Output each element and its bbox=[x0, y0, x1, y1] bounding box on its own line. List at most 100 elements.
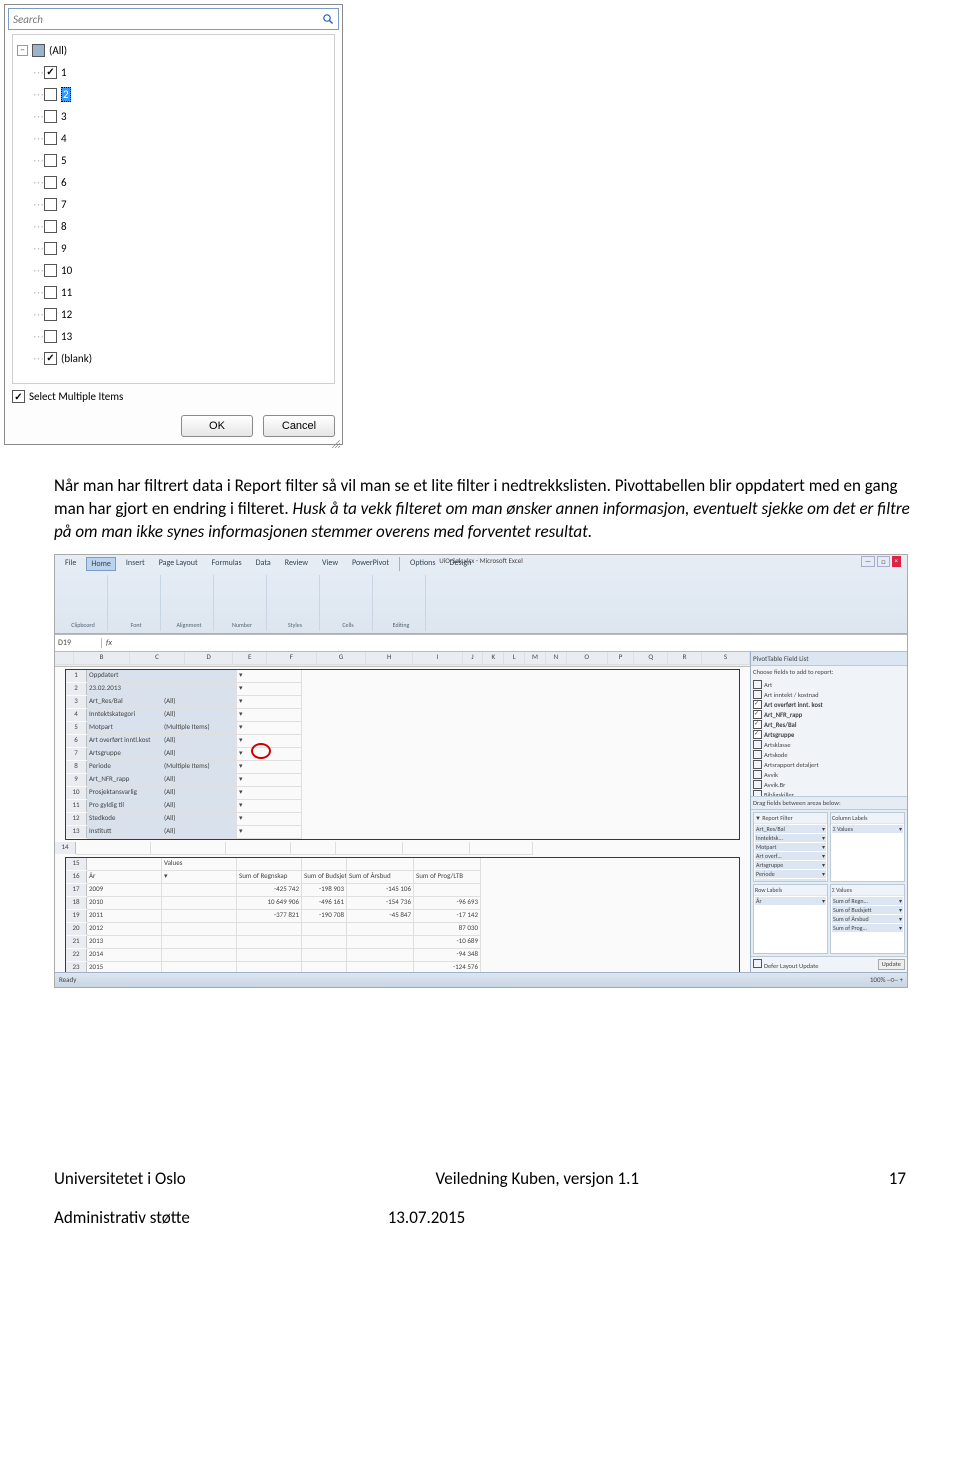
field-checkbox[interactable] bbox=[753, 730, 762, 739]
ribbon-tab[interactable]: Formulas bbox=[208, 557, 246, 571]
cell[interactable] bbox=[302, 936, 347, 949]
cell[interactable] bbox=[237, 949, 302, 962]
ribbon-group[interactable]: Font bbox=[112, 575, 161, 631]
field-checkbox[interactable] bbox=[753, 770, 762, 779]
cell[interactable]: Sum of Budsjett bbox=[302, 871, 347, 884]
field-list-item[interactable]: Artsklasse bbox=[753, 740, 905, 750]
cell[interactable]: Institutt bbox=[87, 826, 162, 839]
cell[interactable] bbox=[226, 842, 291, 855]
ribbon-group[interactable]: Editing bbox=[377, 575, 426, 631]
pivot-field-list[interactable]: PivotTable Field List Choose fields to a… bbox=[750, 652, 907, 972]
field-checkbox[interactable] bbox=[753, 690, 762, 699]
cell[interactable]: (All) bbox=[162, 826, 237, 839]
field-list-item[interactable]: Art_Res/Bal bbox=[753, 720, 905, 730]
column-header[interactable]: R bbox=[668, 652, 702, 665]
cell[interactable]: ▾ bbox=[237, 774, 302, 787]
fx-icon[interactable]: fx bbox=[102, 638, 116, 648]
cell[interactable]: ▾ bbox=[237, 787, 302, 800]
cell[interactable]: Pro gyldig til bbox=[87, 800, 162, 813]
item-checkbox[interactable] bbox=[44, 264, 57, 277]
cell[interactable]: ▾ bbox=[237, 826, 302, 839]
cell[interactable]: 2014 bbox=[87, 949, 162, 962]
cell[interactable]: ▾ bbox=[237, 800, 302, 813]
cell[interactable]: ▾ bbox=[237, 696, 302, 709]
cell[interactable]: -145 106 bbox=[347, 884, 414, 897]
tree-item[interactable]: ⋯1 bbox=[17, 61, 330, 83]
column-header[interactable]: J bbox=[463, 652, 484, 665]
item-checkbox[interactable] bbox=[44, 242, 57, 255]
field-checkbox[interactable] bbox=[753, 750, 762, 759]
tree-item[interactable]: ⋯5 bbox=[17, 149, 330, 171]
cell[interactable]: 10 649 906 bbox=[237, 897, 302, 910]
tree-item[interactable]: ⋯4 bbox=[17, 127, 330, 149]
cell[interactable]: -10 689 bbox=[414, 936, 481, 949]
tree-item[interactable]: ⋯3 bbox=[17, 105, 330, 127]
field-checkbox[interactable] bbox=[753, 680, 762, 689]
resize-handle-icon[interactable] bbox=[332, 434, 340, 442]
cell[interactable] bbox=[162, 936, 237, 949]
item-checkbox[interactable] bbox=[44, 66, 57, 79]
tree-item[interactable]: ⋯9 bbox=[17, 237, 330, 259]
tree-item[interactable]: ⋯12 bbox=[17, 303, 330, 325]
cell[interactable]: (All) bbox=[162, 774, 237, 787]
cell[interactable]: -94 348 bbox=[414, 949, 481, 962]
cell[interactable] bbox=[347, 949, 414, 962]
ribbon-tab[interactable]: PowerPivot bbox=[348, 557, 393, 571]
cell[interactable]: (All) bbox=[162, 813, 237, 826]
cell[interactable]: Motpart bbox=[87, 722, 162, 735]
cell[interactable]: Prosjektansvarlig bbox=[87, 787, 162, 800]
area-values[interactable]: Σ ValuesSum of Regn...▾Sum of Budsjett▾S… bbox=[830, 884, 905, 954]
field-checkbox[interactable] bbox=[753, 740, 762, 749]
cell[interactable]: -96 693 bbox=[414, 897, 481, 910]
field-checkbox[interactable] bbox=[753, 700, 762, 709]
item-checkbox[interactable] bbox=[44, 198, 57, 211]
multi-checkbox[interactable] bbox=[12, 390, 25, 403]
item-checkbox[interactable] bbox=[44, 154, 57, 167]
field-list-item[interactable]: Artsgruppe bbox=[753, 730, 905, 740]
item-checkbox[interactable] bbox=[44, 132, 57, 145]
cell[interactable] bbox=[162, 670, 237, 683]
area-item[interactable]: Sum of Regn...▾ bbox=[832, 897, 903, 905]
cell[interactable]: Periode bbox=[87, 761, 162, 774]
cell[interactable]: ▾ bbox=[237, 813, 302, 826]
ok-button[interactable]: OK bbox=[181, 415, 253, 437]
item-checkbox[interactable] bbox=[44, 352, 57, 365]
column-header[interactable]: E bbox=[233, 652, 267, 665]
cell[interactable]: Sum of Prog/LTB bbox=[414, 871, 481, 884]
tree-item[interactable]: ⋯11 bbox=[17, 281, 330, 303]
cell[interactable]: ▾ bbox=[237, 709, 302, 722]
cell[interactable] bbox=[76, 842, 151, 855]
cell[interactable] bbox=[302, 923, 347, 936]
cell[interactable]: Sum of Årsbud bbox=[347, 871, 414, 884]
tree-all-item[interactable]: − (All) bbox=[17, 39, 330, 61]
cell[interactable] bbox=[87, 858, 162, 871]
collapse-icon[interactable]: − bbox=[17, 45, 28, 56]
name-box[interactable]: D19 bbox=[55, 638, 102, 648]
area-item[interactable]: Sum of Prog...▾ bbox=[832, 924, 903, 932]
cell[interactable] bbox=[237, 962, 302, 972]
cell[interactable]: (All) bbox=[162, 748, 237, 761]
item-checkbox[interactable] bbox=[44, 220, 57, 233]
area-item[interactable]: År▾ bbox=[755, 897, 826, 905]
tree-item[interactable]: ⋯7 bbox=[17, 193, 330, 215]
formula-bar[interactable]: D19 fx bbox=[55, 634, 907, 652]
area-item[interactable]: Motpart▾ bbox=[755, 843, 826, 851]
cell[interactable] bbox=[162, 683, 237, 696]
cell[interactable]: -45 847 bbox=[347, 910, 414, 923]
item-checkbox[interactable] bbox=[44, 308, 57, 321]
cell[interactable]: (All) bbox=[162, 787, 237, 800]
cell[interactable]: Art_NFR_rapp bbox=[87, 774, 162, 787]
cell[interactable]: -377 821 bbox=[237, 910, 302, 923]
ribbon-tab[interactable]: View bbox=[318, 557, 342, 571]
cell[interactable]: 2009 bbox=[87, 884, 162, 897]
column-header[interactable]: C bbox=[130, 652, 185, 665]
column-header[interactable]: H bbox=[366, 652, 413, 665]
area-report_filter[interactable]: ▼ Report FilterArt_Res/Bal▾Inntektsk...▾… bbox=[753, 812, 828, 882]
area-item[interactable]: Σ Values▾ bbox=[832, 825, 903, 833]
cell[interactable]: (All) bbox=[162, 800, 237, 813]
search-input[interactable] bbox=[9, 11, 321, 28]
cell[interactable]: Sum of Regnskap bbox=[237, 871, 302, 884]
cell[interactable]: Values bbox=[162, 858, 237, 871]
cell[interactable]: ▾ bbox=[162, 871, 237, 884]
cell[interactable]: (Multiple Items) bbox=[162, 722, 237, 735]
